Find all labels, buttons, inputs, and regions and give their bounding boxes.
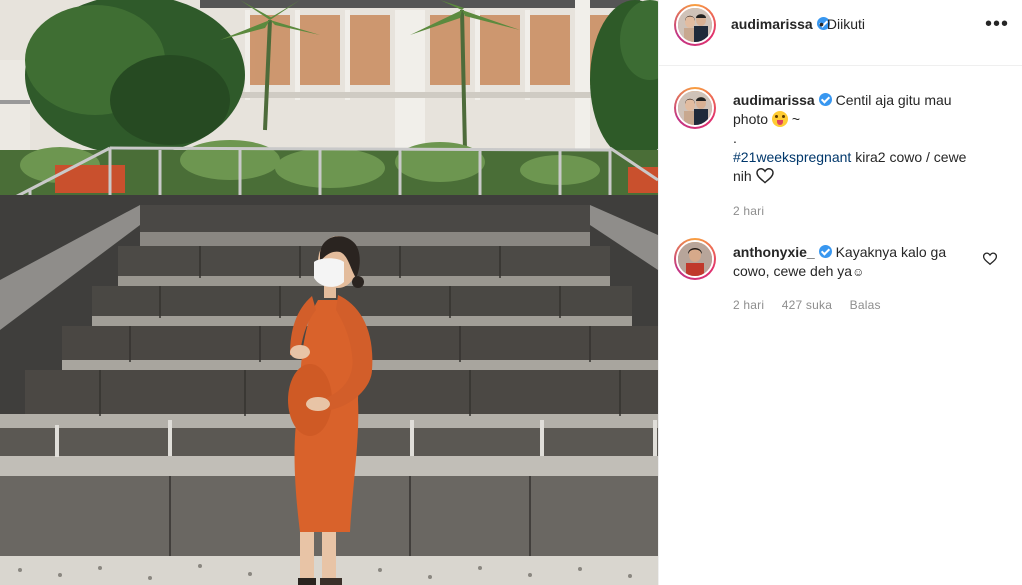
tongue-emoji-icon [771,111,788,127]
like-comment-heart-icon[interactable] [983,252,997,266]
comment-line-2: cowo, cewe deh ya☺ [733,262,983,282]
caption-text-4: kira2 cowo / cewe [855,149,967,165]
caption-avatar-image [678,91,712,125]
comment-line-1: anthonyxie_ Kayaknya kalo ga [733,243,983,262]
caption-line-1: audimarissa Centil aja gitu mau [733,91,993,110]
post-photo-illustration [0,0,658,585]
follow-status-label[interactable]: Diikuti [827,16,865,32]
smile-emoji-icon: ☺ [852,265,865,279]
comment-timestamp[interactable]: 2 hari [733,298,764,312]
author-avatar-image [678,8,712,42]
caption-username[interactable]: audimarissa [733,92,815,108]
commenter-avatar[interactable] [674,238,716,280]
caption-line-5: nih [733,167,993,186]
caption-line-4: #21weekspregnant kira2 cowo / cewe [733,148,993,167]
caption-text-1: Centil aja gitu mau [835,92,952,108]
post-photo[interactable] [0,0,658,585]
comment-likes-count[interactable]: 427 suka [782,298,832,312]
caption-author-avatar[interactable] [674,87,716,129]
more-options-icon[interactable]: ••• [985,14,1009,34]
author-username-text[interactable]: audimarissa [731,16,813,32]
commenter-username[interactable]: anthonyxie_ [733,244,815,260]
caption-meta: 2 hari [733,204,778,218]
caption-text-2: photo [733,111,769,127]
caption-dot: . [733,130,737,146]
post-header: audimarissa • Diikuti ••• [659,0,1022,66]
caption-line-3: . [733,129,993,148]
post-side-panel: audimarissa • Diikuti ••• audimarissa Cen… [658,0,1022,585]
caption-text-5: nih [733,168,752,184]
verified-badge-icon [818,245,832,258]
comment-text-2: cowo, cewe deh ya [733,263,853,279]
separator-dot: • [819,16,824,32]
comment: anthonyxie_ Kayaknya kalo ga cowo, cewe … [733,243,983,282]
author-username[interactable]: audimarissa [731,16,830,32]
caption-timestamp[interactable]: 2 hari [733,204,764,218]
comment-text-1: Kayaknya kalo ga [835,244,947,260]
heart-emoji-icon [755,167,774,184]
author-avatar[interactable] [674,4,716,46]
caption-line-2: photo ~ [733,110,993,129]
caption-tilde: ~ [791,111,801,127]
commenter-avatar-image [678,242,712,276]
caption: audimarissa Centil aja gitu mau photo ~ … [733,91,993,186]
follow-status[interactable]: • Diikuti [819,16,865,32]
hashtag-link[interactable]: #21weekspregnant [733,149,851,165]
reply-button[interactable]: Balas [850,298,881,312]
verified-badge-icon [818,93,832,106]
comment-meta: 2 hari 427 suka Balas [733,298,895,312]
